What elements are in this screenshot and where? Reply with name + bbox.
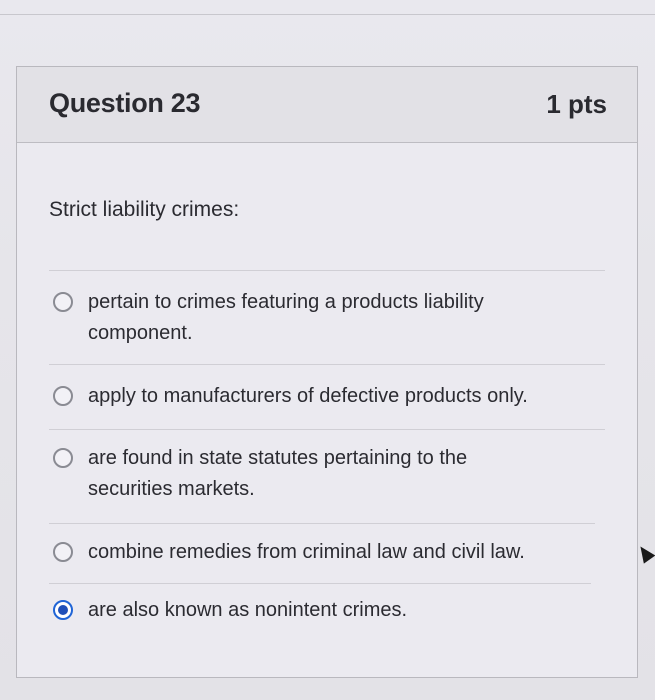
answer-label[interactable]: pertain to crimes featuring a products l… (88, 287, 593, 349)
question-header: Question 23 1 pts (17, 67, 637, 143)
answer-option-5[interactable]: are also known as nonintent crimes. (53, 595, 593, 626)
answer-label[interactable]: apply to manufacturers of defective prod… (88, 381, 628, 412)
radio-button[interactable] (53, 386, 73, 406)
radio-button[interactable] (53, 292, 73, 312)
answer-option-1[interactable]: pertain to crimes featuring a products l… (53, 287, 593, 349)
question-title: Question 23 (49, 88, 201, 118)
answer-label[interactable]: are also known as nonintent crimes. (88, 595, 593, 626)
radio-button-selected[interactable] (53, 600, 73, 620)
radio-button[interactable] (53, 448, 73, 468)
answer-divider (49, 270, 605, 271)
answer-label[interactable]: are found in state statutes pertaining t… (88, 443, 538, 505)
question-prompt: Strict liability crimes: (49, 198, 240, 221)
answer-label[interactable]: combine remedies from criminal law and c… (88, 537, 593, 568)
radio-button[interactable] (53, 542, 73, 562)
answer-divider (49, 364, 605, 365)
answer-divider (49, 429, 605, 430)
question-card: Question 23 1 pts Strict liability crime… (16, 66, 638, 678)
question-points: 1 pts (546, 89, 607, 119)
answer-option-3[interactable]: are found in state statutes pertaining t… (53, 443, 593, 505)
top-divider (0, 14, 655, 15)
answer-divider (49, 523, 595, 524)
answer-option-4[interactable]: combine remedies from criminal law and c… (53, 537, 593, 568)
answer-option-2[interactable]: apply to manufacturers of defective prod… (53, 381, 593, 412)
answer-divider (49, 583, 591, 584)
